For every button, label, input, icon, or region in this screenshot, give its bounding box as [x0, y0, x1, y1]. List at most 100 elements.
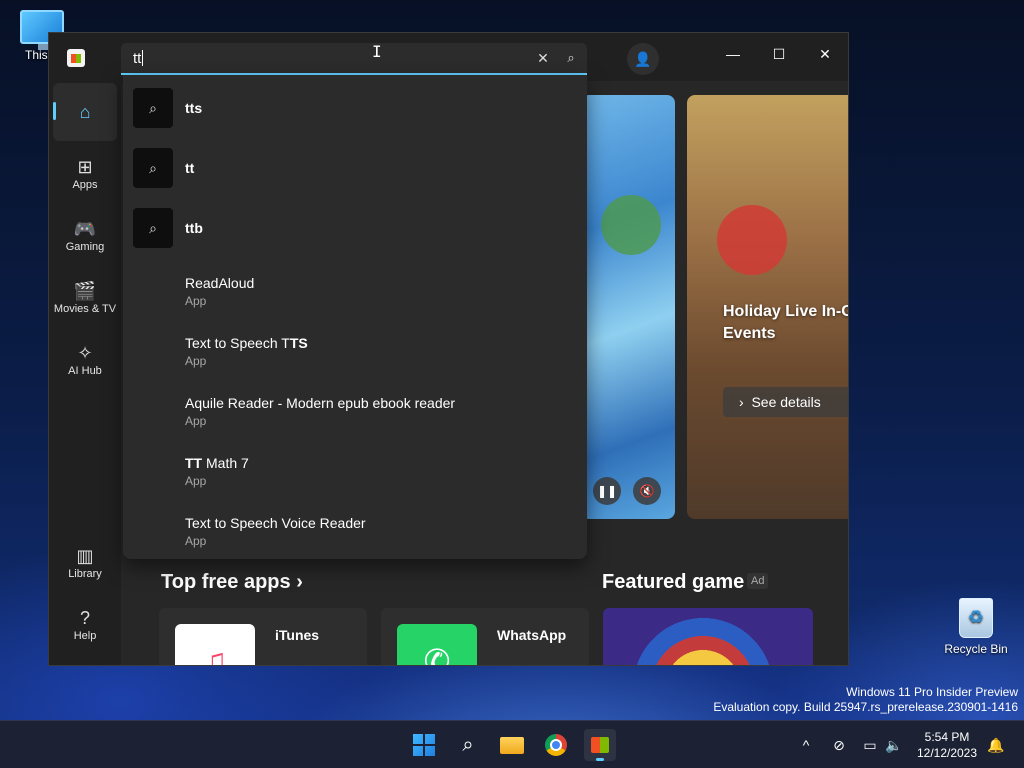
microsoft-store-window: 👤 — ☐ ✕ ⌂ ⊞ Apps 🎮 Gaming 🎬 Movies & TV …: [48, 32, 849, 666]
windows-watermark: Windows 11 Pro Insider Preview Evaluatio…: [713, 685, 1018, 715]
app-result-item[interactable]: TT Math 7 App: [123, 437, 587, 495]
network-icon[interactable]: ⊘: [828, 733, 850, 757]
sidebar-item-label: Help: [73, 630, 97, 642]
app-result-name-bold: TS: [289, 335, 308, 351]
chevron-right-icon: ›: [739, 394, 752, 410]
app-result-name-text: Text to Speech Voice Reader: [185, 515, 366, 531]
app-result-type: App: [185, 534, 207, 548]
clapperboard-icon: 🎬: [73, 281, 97, 301]
suggestion-item[interactable]: ⌕ tt: [123, 137, 587, 195]
app-card-name: WhatsApp: [497, 627, 567, 643]
itunes-icon: [175, 624, 255, 665]
app-result-name: ReadAloud: [185, 275, 254, 291]
hero-title: Holiday Live In-G Events: [723, 303, 849, 342]
see-details-button[interactable]: › See details: [723, 387, 848, 417]
app-result-type: App: [185, 414, 207, 428]
app-card-whatsapp[interactable]: WhatsApp: [381, 608, 589, 665]
suggestion-item[interactable]: ⌕ ttb: [123, 197, 587, 255]
mute-button[interactable]: 🔇: [633, 477, 661, 505]
search-input-value: tt: [133, 50, 142, 67]
minimize-button[interactable]: —: [710, 39, 756, 69]
taskbar: ⌕ ^ ⊘ ▭ 🔈 5:54 PM 12/12/2023 🔔: [0, 720, 1024, 768]
app-result-name-text: Math 7: [202, 455, 249, 471]
app-card-itunes[interactable]: iTunes: [159, 608, 367, 665]
sidebar-item-ai-hub[interactable]: ✧ AI Hub: [53, 335, 117, 393]
app-result-item[interactable]: Aquile Reader - Modern epub ebook reader…: [123, 377, 587, 435]
clear-search-button[interactable]: ✕: [533, 48, 553, 68]
sidebar-item-gaming[interactable]: 🎮 Gaming: [53, 211, 117, 269]
taskbar-clock[interactable]: 5:54 PM 12/12/2023: [912, 729, 982, 761]
sidebar-item-apps[interactable]: ⊞ Apps: [53, 149, 117, 207]
app-card-name: iTunes: [275, 627, 320, 643]
recycle-bin-label: Recycle Bin: [944, 642, 1008, 656]
notification-bell-icon[interactable]: 🔔: [986, 733, 1006, 757]
library-icon: ▥: [76, 546, 94, 566]
app-result-name: Aquile Reader - Modern epub ebook reader: [185, 395, 455, 411]
featured-game-heading: Featured game: [602, 571, 745, 593]
start-button[interactable]: [408, 729, 440, 761]
app-result-name: Text to Speech Voice Reader: [185, 515, 366, 531]
gamepad-icon: 🎮: [73, 219, 97, 239]
store-logo-icon: [67, 49, 85, 67]
sidebar-item-label: Gaming: [65, 241, 105, 253]
sidebar-item-label: Movies & TV: [53, 303, 117, 315]
sparkle-icon: ✧: [77, 343, 93, 363]
help-icon: ?: [79, 608, 90, 628]
search-icon: ⌕: [133, 148, 173, 188]
sidebar-item-help[interactable]: ? Help: [53, 600, 117, 658]
app-result-name-text: Text to Speech T: [185, 335, 290, 351]
clock-date: 12/12/2023: [916, 746, 978, 760]
search-button[interactable]: ⌕: [561, 48, 581, 68]
sidebar-item-label: AI Hub: [68, 365, 102, 377]
app-result-name: Text to Speech TTS: [185, 335, 308, 351]
app-result-name: TT Math 7: [185, 455, 249, 471]
suggestion-label: tt: [185, 160, 195, 176]
chrome-button[interactable]: [540, 729, 572, 761]
sidebar-item-movies-tv[interactable]: 🎬 Movies & TV: [53, 273, 117, 331]
featured-game-card[interactable]: [603, 608, 813, 665]
microsoft-store-taskbar-button[interactable]: [584, 729, 616, 761]
watermark-edition: Windows 11 Pro Insider Preview: [846, 685, 1018, 699]
search-icon: ⌕: [133, 88, 173, 128]
search-input[interactable]: tt: [133, 50, 144, 67]
apps-icon: ⊞: [77, 157, 93, 177]
sidebar-item-home[interactable]: ⌂: [53, 83, 117, 141]
recycle-bin-icon: [959, 598, 993, 638]
watermark-build: Evaluation copy. Build 25947.rs_prerelea…: [713, 700, 1018, 714]
sidebar-item-library[interactable]: ▥ Library: [53, 538, 117, 596]
sidebar-item-label: Library: [68, 568, 102, 580]
suggestion-item[interactable]: ⌕ tts: [123, 77, 587, 135]
person-icon: 👤: [634, 51, 652, 67]
volume-icon[interactable]: 🔈: [884, 733, 904, 757]
app-result-type: App: [185, 354, 207, 368]
app-result-name-bold: TT: [185, 455, 203, 471]
see-details-label: See details: [751, 394, 821, 410]
clock-time: 5:54 PM: [924, 730, 970, 744]
hero-game-banner[interactable]: [581, 95, 675, 519]
app-result-item[interactable]: ReadAloud App: [123, 257, 587, 315]
ad-badge: Ad: [747, 573, 769, 589]
maximize-button[interactable]: ☐: [756, 39, 802, 69]
whatsapp-icon: [397, 624, 477, 665]
account-button[interactable]: 👤: [627, 43, 659, 75]
app-result-type: App: [185, 474, 207, 488]
top-free-apps-heading[interactable]: Top free apps ›: [161, 571, 303, 594]
app-result-name-text: ReadAloud: [185, 275, 255, 291]
app-result-item[interactable]: Text to Speech Voice Reader App: [123, 497, 587, 555]
file-explorer-button[interactable]: [496, 729, 528, 761]
display-icon[interactable]: ▭: [860, 733, 880, 757]
taskbar-search-button[interactable]: ⌕: [452, 729, 484, 761]
search-suggestions-dropdown: ⌕ tts ⌕ tt ⌕ ttb ReadAloud App Text to S…: [123, 75, 587, 559]
search-box[interactable]: tt ✕ ⌕: [121, 43, 587, 75]
app-result-item[interactable]: Text to Speech TTS App: [123, 317, 587, 375]
app-result-name-text: Aquile Reader - Modern epub ebook reader: [185, 395, 456, 411]
pause-button[interactable]: ❚❚: [593, 477, 621, 505]
text-cursor-icon: I: [372, 42, 382, 61]
close-button[interactable]: ✕: [802, 39, 848, 69]
chevron-up-icon[interactable]: ^: [796, 733, 816, 757]
text-caret: [142, 50, 144, 66]
search-icon: ⌕: [133, 208, 173, 248]
suggestion-label: tts: [185, 100, 203, 116]
recycle-bin-desktop-icon[interactable]: Recycle Bin: [940, 598, 1012, 656]
sidebar-nav: ⌂ ⊞ Apps 🎮 Gaming 🎬 Movies & TV ✧ AI Hub…: [49, 81, 121, 665]
